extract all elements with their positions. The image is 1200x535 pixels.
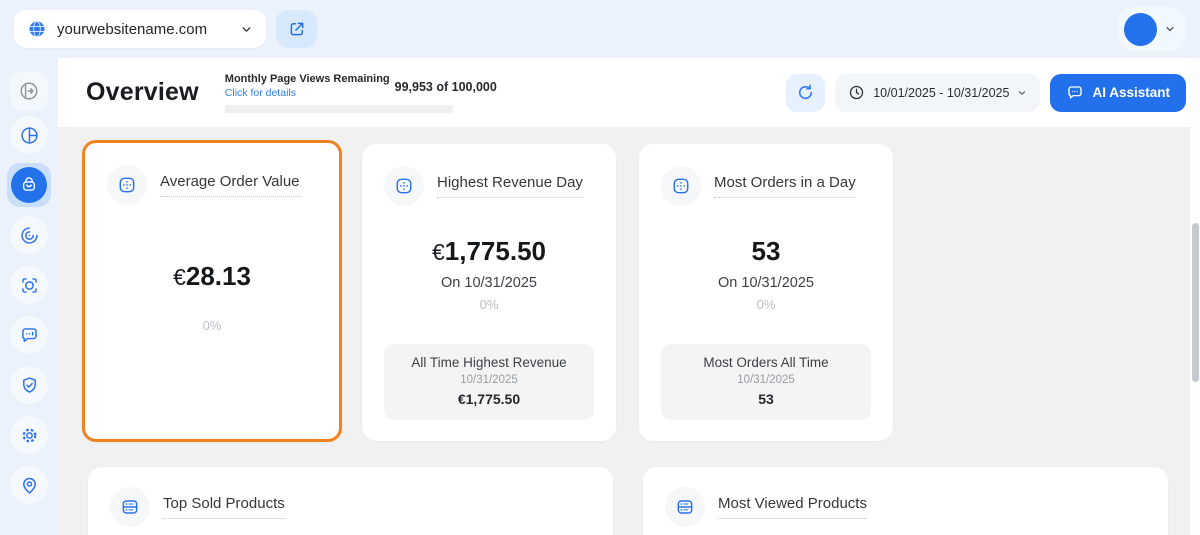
- page-views-label: Monthly Page Views Remaining: [225, 73, 390, 85]
- chevron-down-icon: [1164, 23, 1176, 35]
- calculator-icon: [670, 175, 692, 197]
- card-title: Most Orders in a Day: [714, 174, 856, 198]
- globe-icon: [27, 19, 47, 39]
- sidebar-item-shopping-bag[interactable]: [0, 160, 58, 210]
- chevron-down-icon: [1017, 88, 1027, 98]
- sidebar-item-shield[interactable]: [0, 360, 58, 410]
- sidebar-item-scan[interactable]: [0, 260, 58, 310]
- stat-change: 0%: [85, 318, 339, 333]
- currency-symbol: €: [173, 264, 186, 290]
- all-time-value: €1,775.50: [392, 391, 586, 407]
- all-time-date: 10/31/2025: [392, 374, 586, 386]
- card-top-sold-products[interactable]: Top Sold Products: [88, 467, 613, 535]
- sidebar-toggle-button[interactable]: [10, 72, 48, 110]
- refresh-button[interactable]: [786, 74, 825, 112]
- refresh-icon: [796, 83, 815, 102]
- sidebar-item-pie-chart[interactable]: [0, 110, 58, 160]
- page-header: Overview Monthly Page Views Remaining Cl…: [58, 58, 1200, 127]
- table-rows-icon: [119, 496, 141, 518]
- account-menu[interactable]: [1118, 7, 1186, 51]
- all-time-highest-revenue-box: All Time Highest Revenue 10/31/2025 €1,7…: [384, 344, 594, 420]
- open-website-button[interactable]: [276, 10, 317, 48]
- most-orders-all-time-box: Most Orders All Time 10/31/2025 53: [661, 344, 871, 420]
- all-time-title: All Time Highest Revenue: [392, 355, 586, 370]
- stat-date: On 10/31/2025: [362, 275, 616, 291]
- clock-icon: [848, 84, 865, 101]
- calculator-icon: [393, 175, 415, 197]
- page-views-usage: 99,953 of 100,000: [395, 80, 497, 94]
- shopping-bag-icon: [19, 175, 39, 195]
- scan-icon: [19, 275, 40, 296]
- sidebar-item-radar[interactable]: [0, 210, 58, 260]
- stat-change: 0%: [639, 297, 893, 312]
- radar-icon: [19, 225, 40, 246]
- ai-assistant-label: AI Assistant: [1092, 85, 1170, 100]
- stat-card-average-order-value[interactable]: Average Order Value €28.13 0%: [82, 140, 342, 442]
- ai-assistant-button[interactable]: AI Assistant: [1050, 74, 1186, 112]
- pie-chart-icon: [19, 125, 40, 146]
- card-title: Top Sold Products: [163, 495, 285, 519]
- chevron-down-icon: [240, 23, 253, 36]
- page-views-quota: Monthly Page Views Remaining Click for d…: [225, 73, 457, 113]
- table-rows-icon: [674, 496, 696, 518]
- card-title: Most Viewed Products: [718, 495, 867, 519]
- site-selector[interactable]: yourwebsitename.com: [14, 10, 266, 48]
- page-views-progress-bar: [225, 105, 453, 113]
- dashboard-content: Average Order Value €28.13 0% Highest Re…: [58, 127, 1200, 535]
- map-pin-icon: [19, 475, 40, 496]
- stat-card-highest-revenue-day[interactable]: Highest Revenue Day €1,775.50 On 10/31/2…: [362, 144, 616, 441]
- page-title: Overview: [86, 78, 199, 107]
- calculator-icon: [116, 174, 138, 196]
- stat-card-most-orders-in-a-day[interactable]: Most Orders in a Day 53 On 10/31/2025 0%…: [639, 144, 893, 441]
- sidebar-toggle-icon: [18, 80, 40, 102]
- topbar: yourwebsitename.com: [0, 0, 1200, 58]
- stat-change: 0%: [362, 297, 616, 312]
- avatar: [1124, 13, 1157, 46]
- card-title: Highest Revenue Day: [437, 174, 583, 198]
- stat-date: On 10/31/2025: [639, 275, 893, 291]
- external-link-icon: [288, 20, 306, 38]
- sidebar-item-location[interactable]: [0, 460, 58, 510]
- sidebar: [0, 58, 58, 535]
- chat-icon: [1066, 84, 1084, 102]
- stat-value: €28.13: [85, 261, 339, 292]
- all-time-value: 53: [669, 391, 863, 407]
- date-range-picker[interactable]: 10/01/2025 - 10/31/2025: [835, 74, 1040, 112]
- page-views-details-link[interactable]: Click for details: [225, 87, 390, 99]
- sidebar-item-chat[interactable]: [0, 310, 58, 360]
- stat-value: 53: [639, 236, 893, 267]
- all-time-date: 10/31/2025: [669, 374, 863, 386]
- date-range-label: 10/01/2025 - 10/31/2025: [873, 86, 1009, 100]
- chat-bubble-icon: [19, 325, 40, 346]
- card-title: Average Order Value: [160, 173, 300, 197]
- scrollbar[interactable]: [1190, 58, 1200, 535]
- shield-check-icon: [19, 375, 40, 396]
- scrollbar-thumb[interactable]: [1192, 223, 1199, 382]
- sidebar-item-settings[interactable]: [0, 410, 58, 460]
- card-most-viewed-products[interactable]: Most Viewed Products: [643, 467, 1168, 535]
- gear-icon: [19, 425, 40, 446]
- site-name-label: yourwebsitename.com: [57, 21, 240, 38]
- currency-symbol: €: [432, 239, 445, 265]
- stat-value: €1,775.50: [362, 236, 616, 267]
- all-time-title: Most Orders All Time: [669, 355, 863, 370]
